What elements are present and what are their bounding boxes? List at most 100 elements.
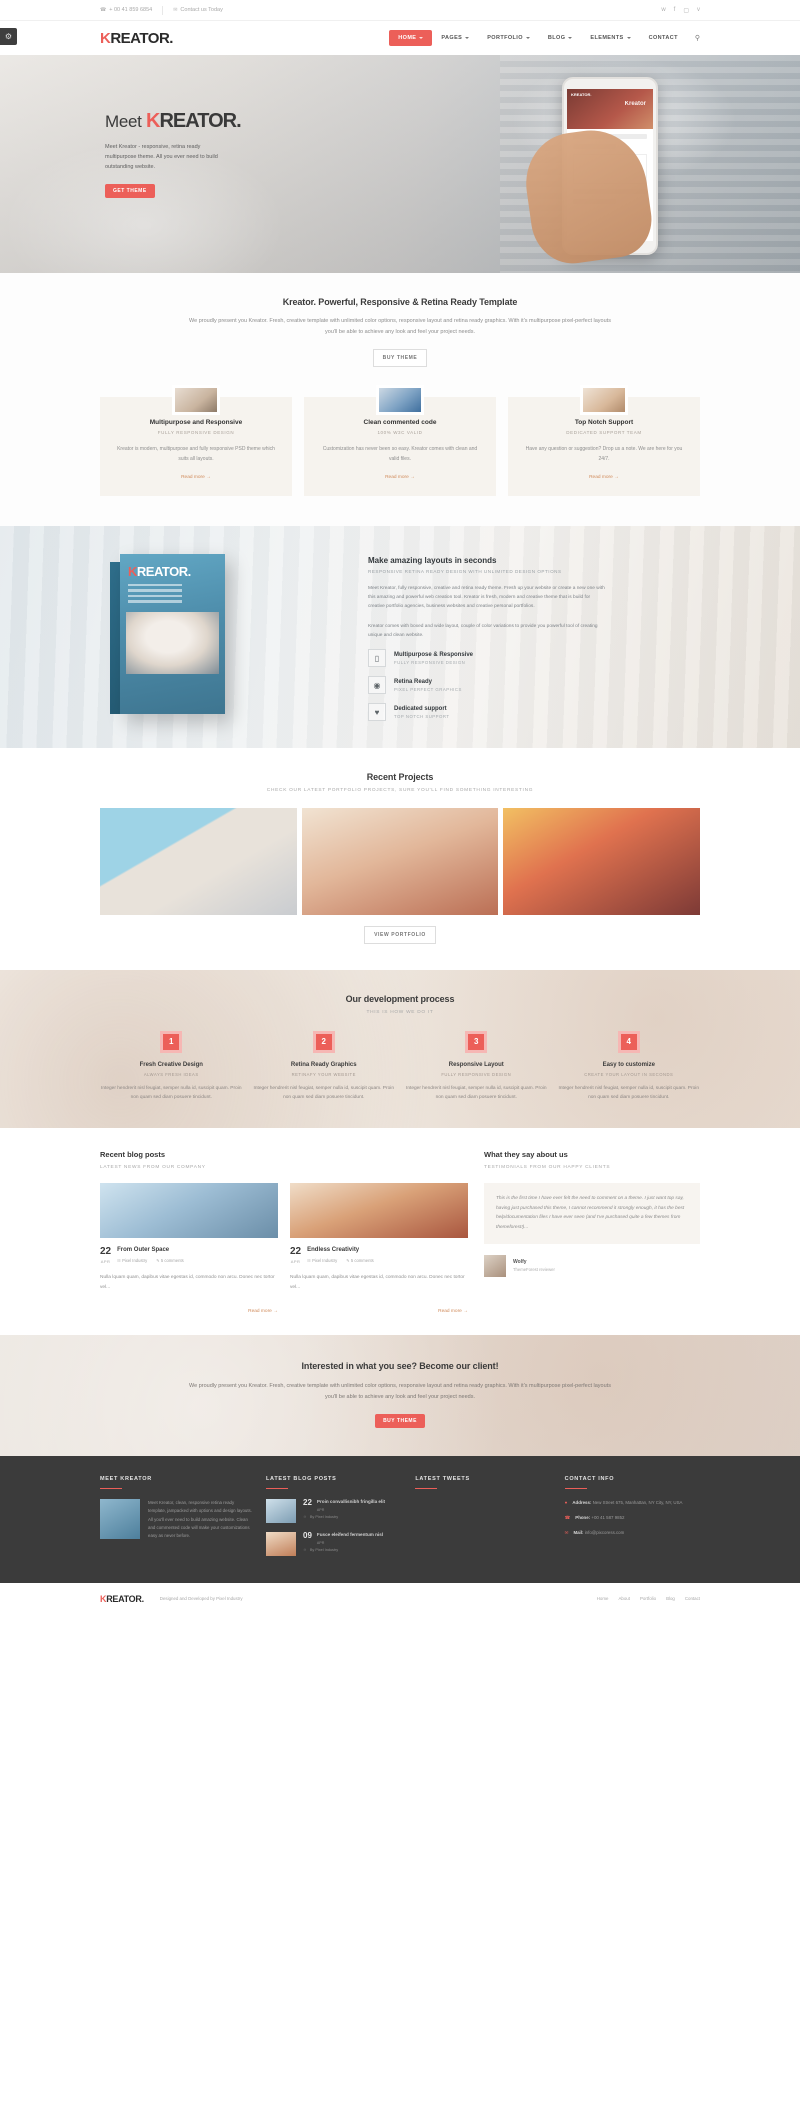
- process-step: 4 Easy to customize CREATE YOUR LAYOUT I…: [558, 1030, 701, 1103]
- read-more-link[interactable]: Read more →: [385, 475, 415, 480]
- blog-post[interactable]: 22 APR From Outer Space ☷ Pixel Industry…: [100, 1183, 278, 1317]
- footer-post[interactable]: 22 Proin convallisnibh fringilla elit AP…: [266, 1498, 401, 1523]
- read-more-link[interactable]: Read more →: [589, 475, 619, 480]
- topbar-contact[interactable]: ✉ Contact us Today: [173, 7, 233, 13]
- layouts-paragraph-2: Kreator comes with boxed and wide layout…: [368, 623, 598, 638]
- footer-address: ● Address: New Street 675, Manhattan, NY…: [565, 1499, 700, 1507]
- step-subtitle: RETINAFY YOUR WEBSITE: [291, 1071, 356, 1077]
- feature-subtitle: TOP NOTCH SUPPORT: [394, 713, 450, 719]
- feature-title: Multipurpose & Responsive: [394, 651, 474, 658]
- hero-paragraph: Meet Kreator - responsive, retina ready …: [105, 144, 218, 171]
- step-title: Retina Ready Graphics: [290, 1061, 357, 1068]
- buy-theme-button[interactable]: BUY THEME: [372, 349, 428, 367]
- read-more-link[interactable]: Read more →: [438, 1309, 468, 1314]
- project-card[interactable]: [503, 807, 701, 915]
- footer-post-thumb: [266, 1498, 296, 1523]
- footer-nav: Home About Portfolio Blog Contact: [597, 1596, 700, 1601]
- blog-testimonials-section: Recent blog posts LATEST NEWS FROM OUR C…: [0, 1128, 800, 1335]
- footer-post-title[interactable]: Fusce eleifend fermentum nisl: [317, 1532, 383, 1539]
- facebook-icon[interactable]: f: [674, 7, 676, 13]
- nav-item-pages[interactable]: PAGES: [432, 30, 478, 46]
- chevron-down-icon: [568, 37, 573, 39]
- testimonial-author: Wolfy: [513, 1259, 527, 1266]
- cta-title: Interested in what you see? Become our c…: [301, 1360, 499, 1371]
- testimonial-quote: This is the first time I have ever felt …: [484, 1183, 700, 1244]
- service-subtitle: 100% W3C VALID: [377, 430, 423, 435]
- phone-screen-badge: Kreator: [624, 101, 646, 107]
- footer-nav-contact[interactable]: Contact: [685, 1596, 700, 1601]
- footer-latest-posts: LATEST BLOG POSTS 22 Proin convallisnibh…: [266, 1476, 401, 1565]
- user-icon: ☺: [303, 1547, 307, 1552]
- blog-excerpt: Nulla lquam quam, dapibus vitae egestas …: [290, 1275, 465, 1290]
- blog-date: 22 APR: [290, 1246, 302, 1265]
- twitter-icon[interactable]: w: [661, 7, 665, 13]
- service-card[interactable]: Clean commented code 100% W3C VALID Cust…: [304, 385, 496, 496]
- get-theme-button[interactable]: GET THEME: [105, 183, 155, 198]
- top-bar: ☎ + 00 41 859 6854 ✉ Contact us Today w …: [0, 0, 800, 21]
- service-card[interactable]: Top Notch Support DEDICATED SUPPORT TEAM…: [508, 385, 700, 496]
- project-card[interactable]: [100, 807, 297, 915]
- footer-nav-about[interactable]: About: [618, 1596, 629, 1601]
- service-image: [580, 385, 628, 415]
- avatar: [484, 1254, 506, 1277]
- search-icon[interactable]: ⚲: [695, 34, 700, 42]
- footer-logo[interactable]: KREATOR.: [100, 1594, 144, 1604]
- chevron-down-icon: [465, 37, 470, 39]
- layouts-paragraph-1: Meet Kreator, fully responsive, creative…: [368, 585, 605, 610]
- topbar-phone[interactable]: ☎ + 00 41 859 6854: [100, 7, 162, 13]
- process-subtitle: THIS IS HOW WE DO IT: [366, 1009, 434, 1015]
- cta-paragraph: We proudly present you Kreator. Fresh, c…: [189, 1382, 611, 1400]
- step-number: 1: [160, 1030, 183, 1053]
- blog-thumbnail: [100, 1183, 278, 1239]
- blog-category: ☷ Pixel Industry: [307, 1258, 338, 1264]
- read-more-link[interactable]: Read more →: [248, 1309, 278, 1314]
- boxshot-logo-k: K: [128, 563, 137, 579]
- blog-post[interactable]: 22 APR Endless Creativity ☷ Pixel Indust…: [290, 1183, 468, 1317]
- feature-title: Retina Ready: [394, 678, 433, 685]
- envelope-icon: ✉: [173, 7, 178, 13]
- footer-post[interactable]: 09 Fusce eleifend fermentum nisl APR ☺ By…: [266, 1531, 401, 1556]
- footer-nav-blog[interactable]: Blog: [666, 1596, 675, 1601]
- topbar-phone-label: + 00 41 859 6854: [109, 7, 153, 13]
- instagram-icon[interactable]: ▢: [683, 7, 689, 14]
- logo-text: REATOR.: [110, 29, 173, 47]
- service-title: Top Notch Support: [574, 419, 634, 426]
- nav-item-blog[interactable]: BLOG: [539, 30, 582, 46]
- feature-subtitle: PIXEL PERFECT GRAPHICS: [394, 686, 462, 692]
- chevron-down-icon: [525, 37, 530, 39]
- footer-tweets-heading: LATEST TWEETS: [415, 1475, 470, 1482]
- view-portfolio-button[interactable]: VIEW PORTFOLIO: [364, 925, 436, 944]
- service-image: [376, 385, 424, 415]
- project-card[interactable]: [301, 807, 499, 915]
- site-logo[interactable]: KREATOR.: [100, 30, 173, 47]
- nav-item-home[interactable]: HOME: [389, 30, 433, 46]
- blog-post-title[interactable]: Endless Creativity: [307, 1247, 374, 1253]
- nav-item-portfolio[interactable]: PORTFOLIO: [478, 30, 539, 46]
- testimonials-subtitle: TESTIMONIALS FROM OUR HAPPY CLIENTS: [484, 1165, 611, 1171]
- footer-nav-portfolio[interactable]: Portfolio: [640, 1596, 656, 1601]
- cta-buy-theme-button[interactable]: BUY THEME: [375, 1413, 425, 1428]
- topbar-contact-label: Contact us Today: [180, 7, 223, 13]
- process-title: Our development process: [345, 993, 455, 1004]
- gear-icon: ⚙: [4, 32, 13, 41]
- nav-item-contact[interactable]: CONTACT: [640, 30, 687, 46]
- service-card[interactable]: Multipurpose and Responsive FULLY RESPON…: [100, 385, 292, 496]
- nav-item-elements[interactable]: ELEMENTS: [581, 30, 639, 46]
- footer-about-text: Meet Kreator, clean, responsive retina r…: [148, 1499, 252, 1539]
- footer-post-title[interactable]: Proin convallisnibh fringilla elit: [317, 1499, 385, 1506]
- phone-icon: ☎: [100, 7, 107, 13]
- read-more-link[interactable]: Read more →: [181, 475, 211, 480]
- step-title: Easy to customize: [602, 1061, 655, 1068]
- vimeo-icon[interactable]: v: [697, 7, 700, 13]
- settings-panel-toggle[interactable]: ⚙: [0, 28, 17, 45]
- step-title: Responsive Layout: [448, 1061, 504, 1068]
- service-subtitle: FULLY RESPONSIVE DESIGN: [157, 430, 235, 435]
- boxshot-logo-text: REATOR.: [136, 563, 191, 579]
- footer-contact: CONTACT INFO ● Address: New Street 675, …: [564, 1476, 700, 1565]
- process-step: 2 Retina Ready Graphics RETINAFY YOUR WE…: [253, 1030, 396, 1103]
- feature-row: ▯ Multipurpose & Responsive FULLY RESPONS…: [368, 649, 608, 668]
- step-text: Integer hendrerit nisl feugiat, semper n…: [405, 1085, 547, 1100]
- blog-post-title[interactable]: From Outer Space: [117, 1247, 184, 1253]
- footer-nav-home[interactable]: Home: [597, 1596, 609, 1601]
- hero-title: Meet KREATOR.: [105, 110, 242, 132]
